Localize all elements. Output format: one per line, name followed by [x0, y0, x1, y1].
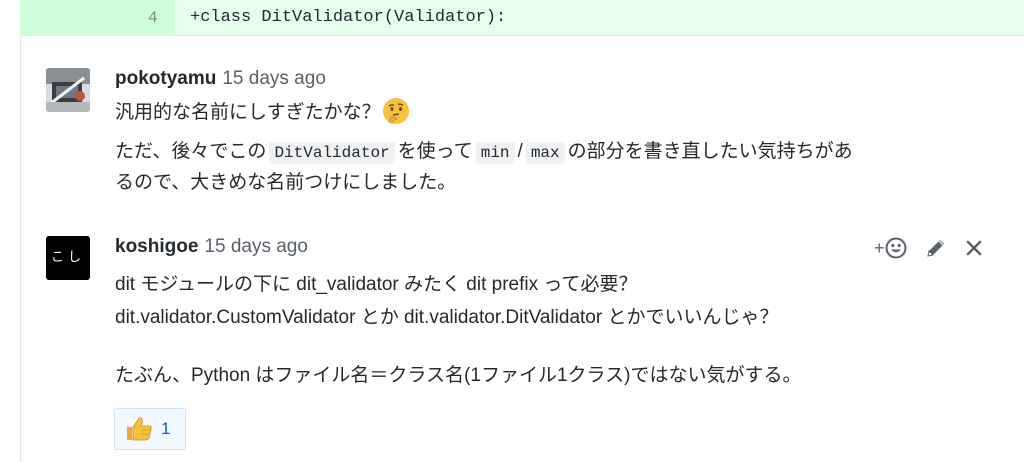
comment-body-line: たぶん、Python はファイル名＝クラス名(1ファイル1クラス)ではない気がす… [115, 361, 801, 391]
comment-body-line: dit モジュールの下に dit_validator みたく dit prefi… [115, 270, 637, 300]
delete-comment-button[interactable] [965, 234, 983, 262]
diff-code: +class DitValidator(Validator): [190, 8, 507, 27]
thinking-face-icon [382, 98, 409, 124]
avatar[interactable] [46, 68, 90, 112]
comment-header: koshigoe 15 days ago [115, 234, 308, 260]
reaction-count: 1 [161, 419, 171, 438]
comment-text: るので、大きめな名前つけにしました。 [115, 172, 457, 193]
comment-text: を使って [397, 141, 473, 162]
comment-text: / [517, 141, 523, 162]
comment-author[interactable]: pokotyamu [115, 68, 216, 89]
comment-body-line: ただ、後々でこの DitValidator を使って min / max の部分を書き直した… [115, 137, 853, 168]
comment-header: pokotyamu 15 days ago [115, 66, 326, 92]
comment-body-line: dit.validator.CustomValidator とか dit.val… [115, 303, 778, 333]
comment-text: dit.validator.CustomValidator とか dit.val… [115, 307, 779, 328]
comment-author[interactable]: koshigoe [115, 236, 198, 257]
add-reaction-button[interactable]: + [874, 234, 907, 262]
inline-code: min [475, 142, 515, 164]
comment-text: たぶん、Python はファイル名＝クラス名(1ファイル1クラス)ではない気がす… [115, 365, 802, 386]
edit-comment-button[interactable] [925, 234, 947, 262]
comment-text: 汎用的な名前にしすぎたかな？ [115, 102, 381, 123]
smiley-icon [885, 237, 907, 259]
inline-code: DitValidator [269, 142, 395, 164]
diff-added-line: 4 +class DitValidator(Validator): [20, 0, 1024, 36]
comment-text: dit モジュールの下に dit_validator みたく dit prefi… [115, 274, 638, 295]
comment-actions: + [874, 234, 983, 262]
pencil-icon [926, 240, 944, 257]
comment-body-line: るので、大きめな名前つけにしました。 [115, 168, 456, 198]
inline-code: max [525, 142, 565, 164]
close-icon [966, 240, 981, 256]
reaction-thumbs-up-button[interactable]: 1 [114, 408, 186, 450]
comment-text: ただ、後々でこの [115, 141, 267, 162]
avatar-image [46, 68, 90, 112]
line-number-text: 4 [148, 9, 158, 27]
diff-line-number[interactable]: 4 [20, 0, 175, 36]
comment-timestamp[interactable]: 15 days ago [222, 68, 326, 89]
thumbs-up-icon [127, 417, 152, 441]
comment-body-line: 汎用的な名前にしすぎたかな？ [115, 98, 409, 128]
comment-text: の部分を書き直したい気持ちがあ [567, 141, 853, 162]
thread-rail [20, 36, 21, 462]
comment-timestamp[interactable]: 15 days ago [204, 236, 308, 257]
avatar[interactable]: こし [46, 236, 90, 280]
avatar-text: こし [50, 250, 85, 265]
add-reaction-plus: + [874, 238, 885, 258]
